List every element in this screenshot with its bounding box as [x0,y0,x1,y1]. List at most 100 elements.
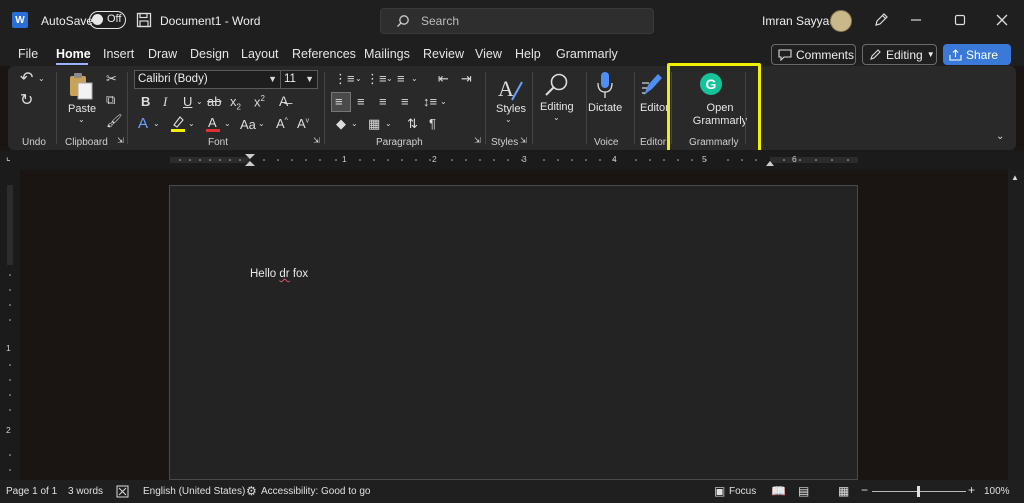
search-box[interactable]: Search [380,8,654,34]
tab-selector-icon[interactable]: ⌞ [6,153,11,163]
redo-icon[interactable]: ↻ [20,93,33,109]
close-icon[interactable] [992,10,1012,30]
paste-icon[interactable] [68,72,94,100]
zoom-in-icon[interactable]: + [968,483,975,497]
tab-grammarly[interactable]: Grammarly [556,47,618,61]
tab-review[interactable]: Review [423,47,464,61]
dialog-launcher-icon[interactable]: ⇲ [474,137,481,145]
editing-mode-button[interactable]: Editing ▼ [862,44,937,65]
dialog-launcher-icon[interactable]: ⇲ [520,137,527,145]
tab-layout[interactable]: Layout [241,47,279,61]
pen-icon[interactable] [873,12,889,28]
dictate-label[interactable]: Dictate [588,102,622,114]
document-text[interactable]: Hello dr fox [250,268,308,280]
tab-home[interactable]: Home [56,47,91,61]
print-layout-icon[interactable]: ▤ [798,484,809,498]
maximize-icon[interactable] [950,10,970,30]
sort-icon[interactable]: ⇅ [407,117,418,130]
tab-mailings[interactable]: Mailings [364,47,410,61]
scroll-up-icon[interactable]: ▲ [1011,174,1019,182]
align-right-icon[interactable]: ≡ [379,95,387,108]
copy-icon[interactable]: ⧉ [106,93,115,106]
tab-file[interactable]: File [18,47,38,61]
vertical-scrollbar[interactable]: ▲ [1008,170,1024,480]
share-button[interactable]: Share [943,44,1011,65]
comments-button[interactable]: Comments [771,44,856,65]
read-mode-icon[interactable]: 📖 [771,484,786,498]
proofing-icon[interactable] [116,485,129,498]
italic-icon[interactable]: I [163,95,167,108]
shading-icon[interactable]: ◆ [336,117,346,130]
numbering-icon[interactable]: ⋮≡ [366,72,387,85]
chevron-down-icon[interactable]: ⌄ [153,120,160,128]
chevron-down-icon[interactable]: ⌄ [196,98,203,106]
tab-insert[interactable]: Insert [103,47,134,61]
styles-label[interactable]: Styles [496,103,526,115]
font-color-icon[interactable]: A [205,115,221,133]
chevron-down-icon[interactable]: ⌄ [351,120,358,128]
microphone-icon[interactable] [596,71,614,99]
line-spacing-icon[interactable]: ↕≡ [423,95,437,108]
styles-icon[interactable]: A [496,74,524,102]
cut-icon[interactable]: ✂ [106,72,117,85]
paste-label[interactable]: Paste [68,103,96,115]
save-icon[interactable] [136,12,152,28]
clear-formatting-icon[interactable]: A̶ [279,94,288,108]
page-count[interactable]: Page 1 of 1 [6,486,57,497]
chevron-down-icon[interactable]: ⌄ [553,114,560,122]
ribbon-collapse-icon[interactable]: ⌄ [996,132,1004,142]
chevron-down-icon[interactable]: ⌄ [386,75,393,83]
word-count[interactable]: 3 words [68,486,103,497]
minimize-icon[interactable] [906,10,926,30]
grow-font-icon[interactable]: A^ [276,117,288,130]
borders-icon[interactable]: ▦ [368,117,380,130]
tab-help[interactable]: Help [515,47,541,61]
undo-dropdown-icon[interactable]: ⌄ [38,75,45,83]
bold-icon[interactable]: B [141,95,150,108]
tab-design[interactable]: Design [190,47,229,61]
find-icon[interactable] [544,72,570,98]
shrink-font-icon[interactable]: Av [297,117,309,130]
chevron-down-icon[interactable]: ⌄ [385,120,392,128]
zoom-out-icon[interactable]: − [861,483,868,497]
zoom-slider-thumb[interactable] [917,486,920,497]
misspelled-word[interactable]: dr [279,268,289,280]
chevron-down-icon[interactable]: ⌄ [505,116,512,124]
zoom-level[interactable]: 100% [984,486,1010,497]
bullets-icon[interactable]: ⋮≡ [334,72,355,85]
underline-icon[interactable]: U [183,95,192,108]
chevron-down-icon[interactable]: ⌄ [188,120,195,128]
editor-icon[interactable] [640,71,664,99]
chevron-down-icon[interactable]: ⌄ [411,75,418,83]
align-center-icon[interactable]: ≡ [357,95,365,108]
format-painter-icon[interactable]: 🖌 [106,114,123,127]
paragraph-mark-icon[interactable]: ¶ [429,117,436,130]
language[interactable]: English (United States) [143,486,245,497]
chevron-down-icon[interactable]: ⌄ [258,120,265,128]
autosave-toggle[interactable]: Off [89,11,126,29]
strikethrough-icon[interactable]: ab [207,95,221,108]
justify-icon[interactable]: ≡ [401,95,409,108]
dialog-launcher-icon[interactable]: ⇲ [313,137,320,145]
tab-references[interactable]: References [292,47,356,61]
tab-view[interactable]: View [475,47,502,61]
multilevel-list-icon[interactable]: ≡ [397,72,405,85]
editing-label[interactable]: Editing [540,101,574,113]
chevron-down-icon[interactable]: ⌄ [440,98,447,106]
document-page[interactable]: Hello dr fox [169,185,858,480]
chevron-down-icon[interactable]: ⌄ [224,120,231,128]
web-layout-icon[interactable]: ▦ [838,484,849,498]
font-name-select[interactable]: Calibri (Body) ▼ [134,70,281,89]
user-name[interactable]: Imran Sayyad [762,14,836,28]
focus-mode[interactable]: Focus [729,486,756,497]
accessibility-status[interactable]: Accessibility: Good to go [261,486,371,497]
superscript-icon[interactable]: x2 [254,95,265,109]
decrease-indent-icon[interactable]: ⇤ [438,72,449,85]
avatar[interactable] [830,10,852,32]
subscript-icon[interactable]: x2 [230,95,241,112]
highlight-icon[interactable] [170,115,186,133]
text-effects-icon[interactable]: A [138,116,148,131]
font-size-select[interactable]: 11 ▼ [280,70,318,89]
chevron-down-icon[interactable]: ⌄ [355,75,362,83]
chevron-down-icon[interactable]: ⌄ [78,116,85,124]
